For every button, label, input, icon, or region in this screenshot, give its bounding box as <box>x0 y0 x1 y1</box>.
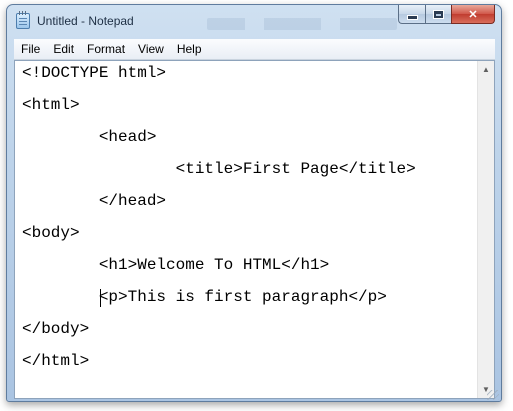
menu-edit[interactable]: Edit <box>46 42 80 56</box>
notepad-icon[interactable] <box>16 11 30 29</box>
resize-grip-icon[interactable] <box>487 390 499 400</box>
notepad-window: Untitled - Notepad ✕ File Edit Format Vi… <box>6 4 502 402</box>
minimize-icon <box>406 14 418 20</box>
menu-help[interactable]: Help <box>170 42 208 56</box>
window-title: Untitled - Notepad <box>37 14 134 28</box>
menu-view[interactable]: View <box>131 42 170 56</box>
code-line: <h1>Welcome To HTML</h1> <box>22 256 330 274</box>
background-taskbar-reflection <box>207 18 397 30</box>
close-button[interactable]: ✕ <box>451 5 495 24</box>
menu-file[interactable]: File <box>14 42 46 56</box>
maximize-button[interactable] <box>425 5 451 24</box>
menu-format[interactable]: Format <box>80 42 131 56</box>
code-line: </html> <box>22 352 90 370</box>
close-icon: ✕ <box>468 8 478 21</box>
code-line: <title>First Page</title> <box>22 160 416 178</box>
code-line: <!DOCTYPE html> <box>22 64 167 82</box>
menu-bar: File Edit Format View Help <box>14 39 495 60</box>
scroll-up-icon[interactable]: ▲ <box>478 61 494 78</box>
maximize-icon <box>433 9 444 19</box>
vertical-scrollbar[interactable]: ▲ ▼ <box>477 61 494 398</box>
code-line: <body> <box>22 224 80 242</box>
caption-buttons: ✕ <box>398 5 495 25</box>
code-line: <head> <box>22 128 157 146</box>
title-bar[interactable]: Untitled - Notepad ✕ <box>7 5 501 35</box>
editor-text-area[interactable]: <!DOCTYPE html> <html> <head> <title>Fir… <box>22 62 476 398</box>
code-line: </head> <box>22 192 167 210</box>
text-caret <box>100 289 101 307</box>
minimize-button[interactable] <box>398 5 425 24</box>
text-editor[interactable]: <!DOCTYPE html> <html> <head> <title>Fir… <box>14 60 495 399</box>
code-line: <html> <box>22 96 80 114</box>
code-line: </body> <box>22 320 90 338</box>
code-line: <p>This is first paragraph</p> <box>22 288 387 306</box>
